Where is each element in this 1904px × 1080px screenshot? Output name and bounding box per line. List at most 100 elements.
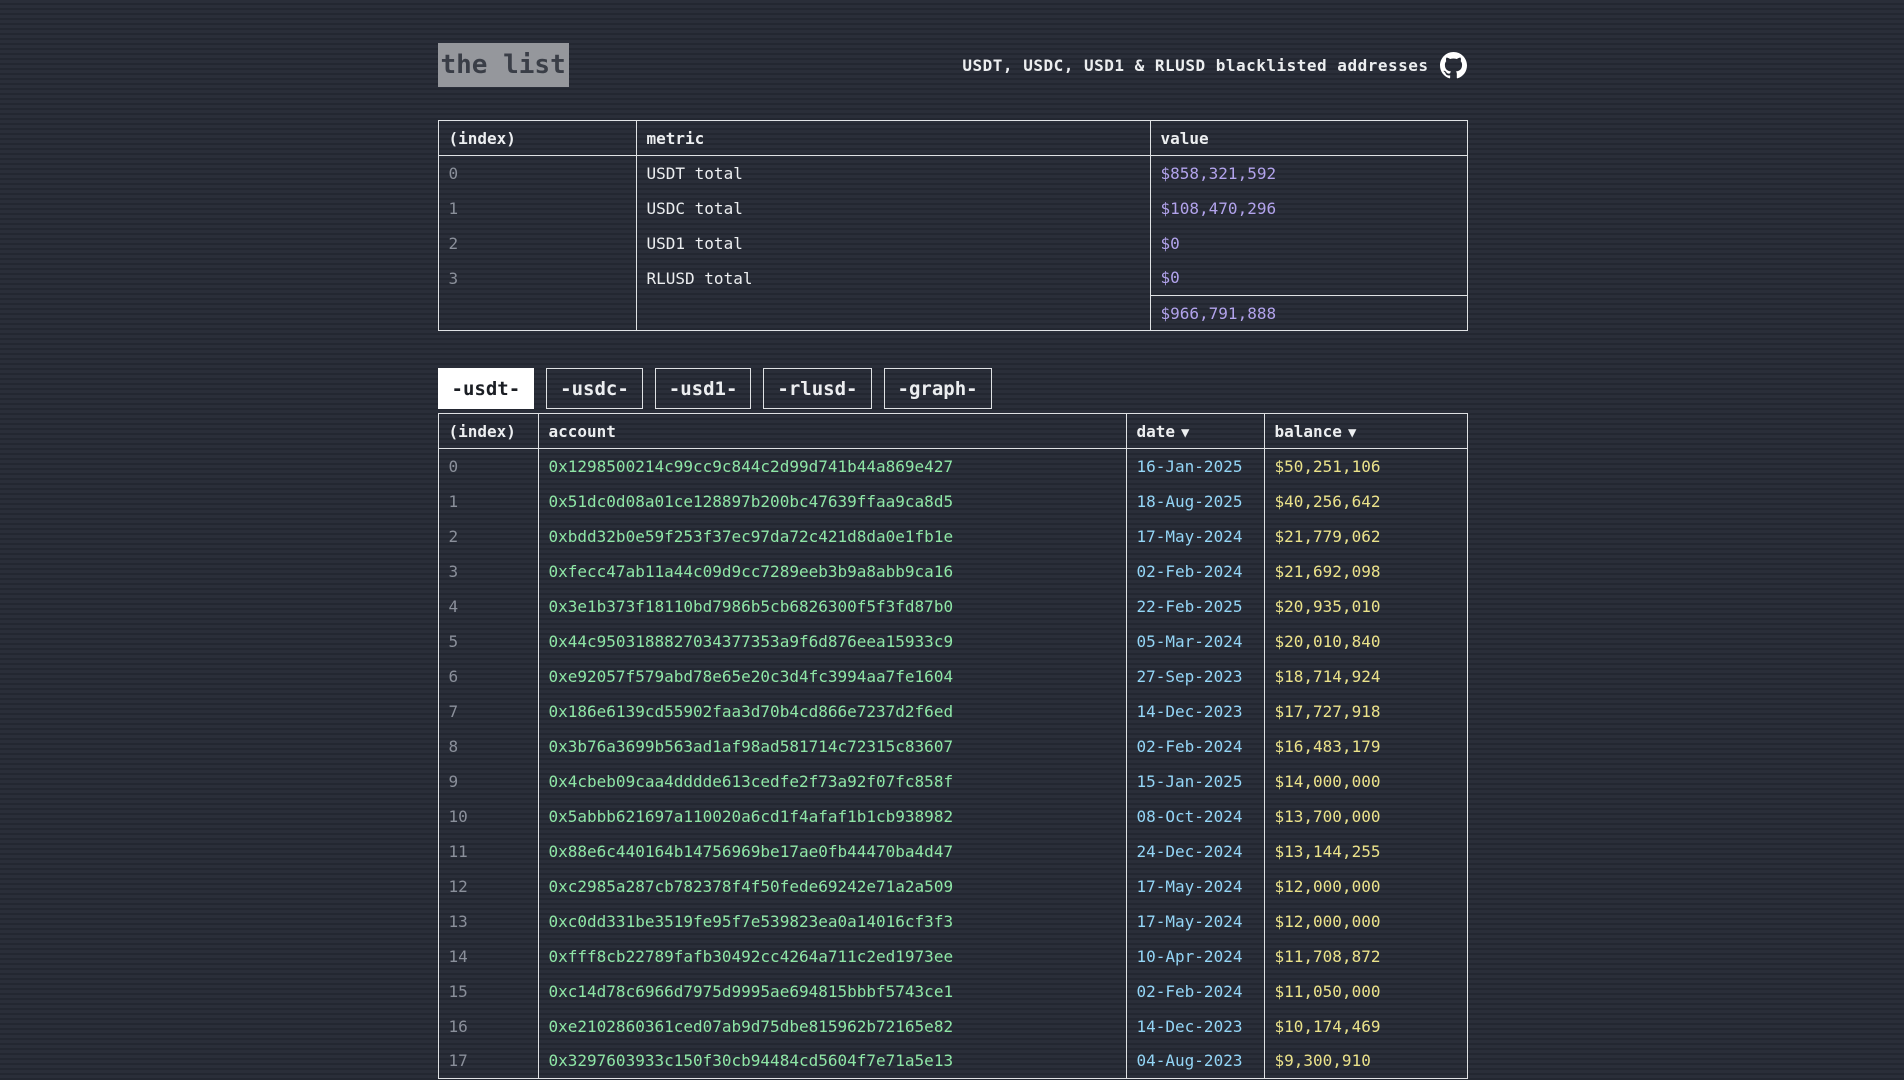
table-row: 9 0x4cbeb09caa4dddde613cedfe2f73a92f07fc… (438, 764, 1467, 799)
row-balance: $21,692,098 (1264, 554, 1467, 589)
page-content: the list USDT, USDC, USD1 & RLUSD blackl… (438, 0, 1467, 1079)
summary-row-value: $0 (1150, 226, 1467, 261)
row-index: 9 (438, 764, 538, 799)
row-date: 27-Sep-2023 (1126, 659, 1264, 694)
row-date: 24-Dec-2024 (1126, 834, 1264, 869)
balance-header-label: balance (1275, 422, 1342, 441)
row-date: 14-Dec-2023 (1126, 694, 1264, 729)
row-date: 02-Feb-2024 (1126, 554, 1264, 589)
row-balance: $50,251,106 (1264, 449, 1467, 484)
row-balance: $12,000,000 (1264, 904, 1467, 939)
row-index: 2 (438, 519, 538, 554)
summary-row-value: $858,321,592 (1150, 156, 1467, 191)
row-account-address: 0x3e1b373f18110bd7986b5cb6826300f5f3fd87… (538, 589, 1126, 624)
row-account-address: 0x4cbeb09caa4dddde613cedfe2f73a92f07fc85… (538, 764, 1126, 799)
row-date: 16-Jan-2025 (1126, 449, 1264, 484)
row-balance: $11,050,000 (1264, 974, 1467, 1009)
table-row: 17 0x3297603933c150f30cb94484cd5604f7e71… (438, 1044, 1467, 1079)
header-bar: the list USDT, USDC, USD1 & RLUSD blackl… (438, 43, 1467, 87)
summary-row-metric: USD1 total (636, 226, 1150, 261)
row-account-address: 0x1298500214c99cc9c844c2d99d741b44a869e4… (538, 449, 1126, 484)
table-row: 7 0x186e6139cd55902faa3d70b4cd866e7237d2… (438, 694, 1467, 729)
row-date: 22-Feb-2025 (1126, 589, 1264, 624)
row-account-address: 0xe92057f579abd78e65e20c3d4fc3994aa7fe16… (538, 659, 1126, 694)
row-balance: $21,779,062 (1264, 519, 1467, 554)
row-date: 05-Mar-2024 (1126, 624, 1264, 659)
tab-graph[interactable]: -graph- (884, 368, 992, 409)
row-date: 10-Apr-2024 (1126, 939, 1264, 974)
row-balance: $13,144,255 (1264, 834, 1467, 869)
row-balance: $14,000,000 (1264, 764, 1467, 799)
summary-row-value: $0 (1150, 261, 1467, 296)
row-date: 02-Feb-2024 (1126, 729, 1264, 764)
blacklist-header-balance[interactable]: balance ▼ (1264, 414, 1467, 449)
row-date: 17-May-2024 (1126, 869, 1264, 904)
table-row: 16 0xe2102860361ced07ab9d75dbe815962b721… (438, 1009, 1467, 1044)
summary-table-foot: $966,791,888 (438, 296, 1467, 331)
header-right: USDT, USDC, USD1 & RLUSD blacklisted add… (962, 52, 1466, 79)
table-row: 11 0x88e6c440164b14756969be17ae0fb44470b… (438, 834, 1467, 869)
summary-table-body: 0 USDT total $858,321,592 1 USDC total $… (438, 156, 1467, 296)
row-index: 11 (438, 834, 538, 869)
row-account-address: 0xfff8cb22789fafb30492cc4264a711c2ed1973… (538, 939, 1126, 974)
tab-usd1[interactable]: -usd1- (655, 368, 752, 409)
row-balance: $12,000,000 (1264, 869, 1467, 904)
summary-table-head: (index) metric value (438, 121, 1467, 156)
row-account-address: 0xc14d78c6966d7975d9995ae694815bbbf5743c… (538, 974, 1126, 1009)
row-date: 02-Feb-2024 (1126, 974, 1264, 1009)
summary-row-metric: USDT total (636, 156, 1150, 191)
table-row: 5 0x44c9503188827034377353a9f6d876eea159… (438, 624, 1467, 659)
row-balance: $20,935,010 (1264, 589, 1467, 624)
blacklist-header-index: (index) (438, 414, 538, 449)
row-index: 8 (438, 729, 538, 764)
row-account-address: 0xe2102860361ced07ab9d75dbe815962b72165e… (538, 1009, 1126, 1044)
summary-total-metric-spacer (636, 296, 1150, 331)
table-row: 0 0x1298500214c99cc9c844c2d99d741b44a869… (438, 449, 1467, 484)
blacklist-table: (index) account date▼ balance▼ 0 0x12985… (438, 413, 1468, 1079)
table-row: 1 0x51dc0d08a01ce128897b200bc47639ffaa9c… (438, 484, 1467, 519)
row-index: 3 (438, 554, 538, 589)
row-balance: $13,700,000 (1264, 799, 1467, 834)
summary-row: 0 USDT total $858,321,592 (438, 156, 1467, 191)
summary-header-index: (index) (438, 121, 636, 156)
row-date: 14-Dec-2023 (1126, 1009, 1264, 1044)
row-account-address: 0xbdd32b0e59f253f37ec97da72c421d8da0e1fb… (538, 519, 1126, 554)
row-index: 13 (438, 904, 538, 939)
header-subtitle: USDT, USDC, USD1 & RLUSD blacklisted add… (962, 56, 1428, 75)
tab-usdc[interactable]: -usdc- (546, 368, 643, 409)
summary-row-index: 3 (438, 261, 636, 296)
table-row: 6 0xe92057f579abd78e65e20c3d4fc3994aa7fe… (438, 659, 1467, 694)
github-icon[interactable] (1440, 52, 1467, 79)
summary-row-metric: USDC total (636, 191, 1150, 226)
summary-row: 1 USDC total $108,470,296 (438, 191, 1467, 226)
summary-table: (index) metric value 0 USDT total $858,3… (438, 120, 1468, 331)
summary-total-value: $966,791,888 (1150, 296, 1467, 331)
summary-row-index: 1 (438, 191, 636, 226)
table-row: 4 0x3e1b373f18110bd7986b5cb6826300f5f3fd… (438, 589, 1467, 624)
summary-total-index-spacer (438, 296, 636, 331)
row-balance: $18,714,924 (1264, 659, 1467, 694)
row-date: 17-May-2024 (1126, 519, 1264, 554)
row-account-address: 0xfecc47ab11a44c09d9cc7289eeb3b9a8abb9ca… (538, 554, 1126, 589)
table-row: 12 0xc2985a287cb782378f4f50fede69242e71a… (438, 869, 1467, 904)
summary-row-index: 0 (438, 156, 636, 191)
row-index: 16 (438, 1009, 538, 1044)
row-balance: $10,174,469 (1264, 1009, 1467, 1044)
row-date: 15-Jan-2025 (1126, 764, 1264, 799)
row-index: 12 (438, 869, 538, 904)
table-row: 13 0xc0dd331be3519fe95f7e539823ea0a14016… (438, 904, 1467, 939)
row-index: 6 (438, 659, 538, 694)
blacklist-header-date[interactable]: date▼ (1126, 414, 1264, 449)
summary-header-value: value (1150, 121, 1467, 156)
tab-rlusd[interactable]: -rlusd- (763, 368, 871, 409)
sort-desc-icon: ▼ (1181, 425, 1189, 441)
row-account-address: 0x3b76a3699b563ad1af98ad581714c72315c836… (538, 729, 1126, 764)
table-row: 15 0xc14d78c6966d7975d9995ae694815bbbf57… (438, 974, 1467, 1009)
page-title: the list (438, 43, 569, 87)
row-account-address: 0xc2985a287cb782378f4f50fede69242e71a2a5… (538, 869, 1126, 904)
tab-usdt[interactable]: -usdt- (438, 368, 535, 409)
sort-desc-icon: ▼ (1348, 425, 1356, 441)
row-balance: $20,010,840 (1264, 624, 1467, 659)
row-account-address: 0x5abbb621697a110020a6cd1f4afaf1b1cb9389… (538, 799, 1126, 834)
row-index: 10 (438, 799, 538, 834)
